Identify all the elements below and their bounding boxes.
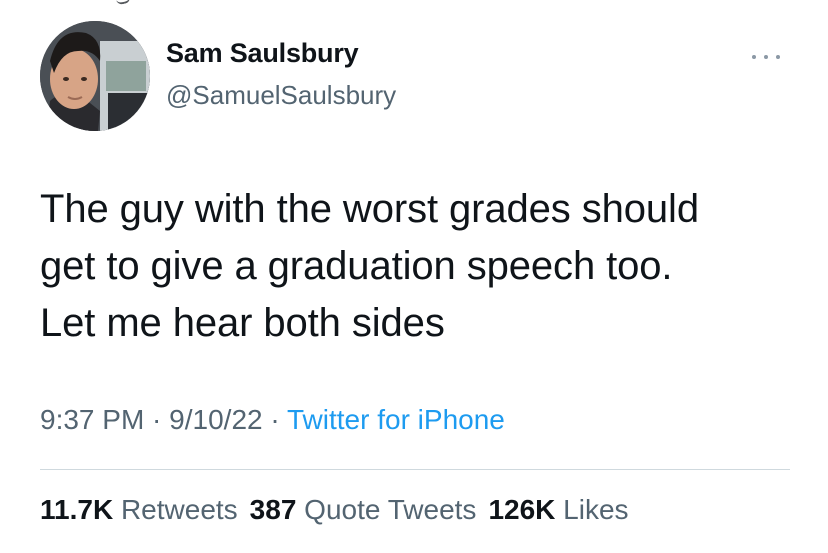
- quote-tweets-stat[interactable]: 387 Quote Tweets: [250, 494, 477, 525]
- tweet-time[interactable]: 9:37 PM: [40, 404, 144, 435]
- likes-label: Likes: [563, 494, 629, 525]
- likes-stat[interactable]: 126K Likes: [488, 494, 628, 525]
- more-dot: [764, 55, 768, 59]
- meta-separator: ·: [262, 404, 287, 435]
- quotes-label: Quote Tweets: [304, 494, 477, 525]
- tweet-card: Sam Saulsbury @SamuelSaulsbury The guy w…: [0, 0, 828, 553]
- tweet-stats: 11.7K Retweets 387 Quote Tweets 126K Likes: [40, 494, 629, 526]
- retweets-label: Retweets: [120, 494, 238, 525]
- tweet-meta: 9:37 PM · 9/10/22 · Twitter for iPhone: [40, 404, 505, 436]
- more-dot: [776, 55, 780, 59]
- tweet-date[interactable]: 9/10/22: [169, 404, 262, 435]
- retweets-count: 11.7K: [40, 494, 114, 525]
- avatar-photo: [40, 21, 150, 131]
- divider: [40, 469, 790, 470]
- author-name[interactable]: Sam Saulsbury: [166, 38, 359, 69]
- cropped-text-fragment: [115, 0, 131, 6]
- meta-separator: ·: [144, 404, 170, 435]
- tweet-source-link[interactable]: Twitter for iPhone: [287, 404, 505, 435]
- retweets-stat[interactable]: 11.7K Retweets: [40, 494, 238, 525]
- author-handle[interactable]: @SamuelSaulsbury: [166, 80, 396, 111]
- more-dot: [752, 55, 756, 59]
- tweet-text: The guy with the worst grades should get…: [40, 187, 699, 345]
- likes-count: 126K: [488, 494, 556, 525]
- avatar[interactable]: [40, 21, 150, 131]
- more-horizontal-icon[interactable]: [752, 52, 780, 62]
- quotes-count: 387: [249, 494, 297, 525]
